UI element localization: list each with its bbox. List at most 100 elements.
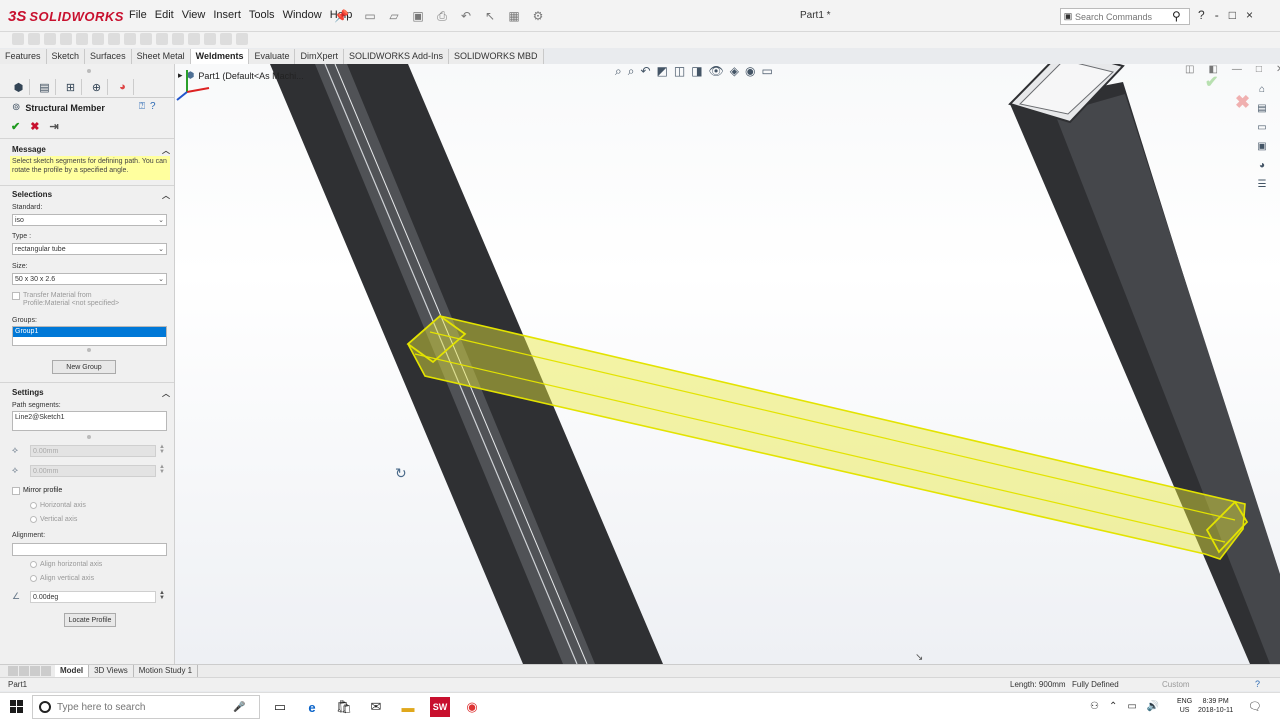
spin-arrows-icon[interactable]: ▲ ▼ — [159, 590, 165, 601]
select-icon[interactable]: ↖ — [480, 8, 500, 24]
input-language-indicator[interactable]: ENG US — [1177, 697, 1192, 715]
search-scope-icon[interactable]: ▣ — [1061, 11, 1075, 22]
groups-list[interactable]: Group1 — [12, 326, 167, 346]
standard-select[interactable]: iso ⌄ — [12, 214, 167, 226]
help-button[interactable]: ? — [1198, 8, 1205, 22]
collapse-chevron-icon[interactable]: ︿ — [162, 388, 170, 399]
tab-last-icon[interactable] — [41, 666, 51, 676]
model-view[interactable]: ↻ ↘ — [175, 64, 1280, 664]
volume-icon[interactable]: 🔊 — [1147, 701, 1159, 712]
solidworks-taskbar-icon[interactable]: SW — [430, 697, 450, 717]
viewport-minimize-icon[interactable]: — — [1232, 64, 1242, 75]
splitter-handle[interactable] — [87, 69, 91, 73]
viewport-restore-icon[interactable]: ◫ — [1185, 64, 1194, 75]
tab-solidworks-add-ins[interactable]: SOLIDWORKS Add-Ins — [344, 49, 450, 64]
save-icon[interactable]: ▣ — [408, 8, 428, 24]
new-group-button[interactable]: New Group — [52, 360, 116, 374]
view-settings-icon[interactable]: ▭ — [762, 64, 773, 79]
store-icon[interactable]: 🛍 — [334, 697, 354, 717]
pushpin-icon[interactable]: ⇥ — [49, 120, 58, 133]
dimxpert-manager-tab-icon[interactable]: ⊕ — [86, 79, 108, 95]
rebuild-icon[interactable]: ▦ — [504, 8, 524, 24]
transfer-material-checkbox-row[interactable]: Transfer Material from Profile:Material … — [12, 292, 119, 308]
rotation-angle-field[interactable]: 0.00deg — [30, 591, 156, 603]
list-resize-handle[interactable] — [87, 348, 91, 352]
cancel-x-icon[interactable]: ✖ — [30, 120, 39, 133]
file-explorer-taskbar-icon[interactable]: ▬ — [398, 697, 418, 717]
settings-section-header[interactable]: Settings ︿ — [12, 388, 170, 399]
pin-menu-icon[interactable]: 📌 — [334, 9, 349, 23]
print-icon[interactable]: ⎙ — [432, 8, 452, 24]
display-style-icon[interactable]: ◨ — [691, 64, 702, 79]
edit-appearance-icon[interactable]: ◈ — [730, 64, 739, 79]
offset-2-field[interactable]: 0.00mm — [30, 465, 156, 477]
mirror-profile-row[interactable]: Mirror profile — [12, 487, 62, 495]
design-library-icon[interactable]: ▤ — [1255, 101, 1269, 115]
graphics-area[interactable]: ↻ ↘ ▸ ⬢ Part1 (Default<As Machi... ⌕ ⌕ ↶… — [175, 64, 1280, 664]
message-section-header[interactable]: Message ︿ — [12, 145, 170, 156]
network-icon[interactable]: ▭ — [1127, 701, 1136, 712]
edge-browser-icon[interactable]: e — [302, 697, 322, 717]
appearances-icon[interactable]: ◕ — [1255, 158, 1269, 172]
tab-sheet-metal[interactable]: Sheet Metal — [131, 49, 191, 64]
help-icon[interactable]: ? — [150, 101, 156, 112]
collapse-chevron-icon[interactable]: ︿ — [162, 145, 170, 156]
tab-first-icon[interactable] — [8, 666, 18, 676]
confirm-ok-icon[interactable]: ✔ — [1205, 72, 1218, 92]
solidworks-logo[interactable]: 3S SOLIDWORKS — [8, 6, 124, 26]
vertical-axis-radio-row[interactable]: Vertical axis — [30, 516, 77, 523]
apply-scene-icon[interactable]: ◉ — [745, 64, 755, 79]
menu-window[interactable]: Window — [279, 9, 326, 21]
tab-features[interactable]: Features — [0, 49, 47, 64]
align-vertical-radio-row[interactable]: Align vertical axis — [30, 575, 94, 582]
search-commands-box[interactable]: ▣ — [1060, 8, 1190, 25]
hide-show-items-icon[interactable]: 👁 — [709, 64, 724, 79]
taskbar-search-input[interactable] — [57, 701, 227, 713]
previous-view-icon[interactable]: ↶ — [640, 64, 650, 79]
tab-prev-icon[interactable] — [19, 666, 29, 676]
confirm-cancel-icon[interactable]: ✖ — [1235, 92, 1250, 113]
horizontal-axis-radio-row[interactable]: Horizontal axis — [30, 502, 86, 509]
tab-3d-views[interactable]: 3D Views — [89, 665, 134, 677]
tab-solidworks-mbd[interactable]: SOLIDWORKS MBD — [449, 49, 544, 64]
unit-system-selector[interactable]: Custom — [1162, 680, 1190, 689]
transfer-material-checkbox[interactable] — [12, 292, 20, 300]
selections-section-header[interactable]: Selections ︿ — [12, 190, 170, 201]
viewport-close-icon[interactable]: ✕ — [1276, 64, 1280, 75]
menu-view[interactable]: View — [178, 9, 210, 21]
mirror-profile-checkbox[interactable] — [12, 487, 20, 495]
zoom-to-fit-icon[interactable]: ⌕ — [615, 64, 622, 79]
maximize-button[interactable]: □ — [1229, 8, 1236, 22]
search-icon[interactable]: ⚲ — [1172, 9, 1181, 23]
section-view-icon[interactable]: ◩ — [657, 64, 668, 79]
group-list-item[interactable]: Group1 — [13, 327, 166, 337]
menu-edit[interactable]: Edit — [151, 9, 178, 21]
people-icon[interactable]: ⚇ — [1090, 701, 1099, 712]
tab-next-icon[interactable] — [30, 666, 40, 676]
offset-1-field[interactable]: 0.00mm — [30, 445, 156, 457]
align-horizontal-radio[interactable] — [30, 561, 37, 568]
taskbar-clock[interactable]: 8:39 PM 2018-10-11 — [1198, 697, 1233, 715]
resources-home-icon[interactable]: ⌂ — [1255, 82, 1269, 96]
tab-evaluate[interactable]: Evaluate — [249, 49, 296, 64]
size-select[interactable]: 50 x 30 x 2.6 ⌄ — [12, 273, 167, 285]
ok-check-icon[interactable]: ✔ — [11, 120, 20, 133]
view-palette-icon[interactable]: ▣ — [1255, 139, 1269, 153]
viewport-maximize-icon[interactable]: □ — [1256, 64, 1262, 75]
path-segments-list[interactable]: Line2@Sketch1 — [12, 411, 167, 431]
show-hidden-icons-icon[interactable]: ⌃ — [1109, 701, 1117, 712]
spin-arrows-icon[interactable]: ▲ ▼ — [159, 444, 165, 455]
locate-profile-button[interactable]: Locate Profile — [64, 613, 116, 627]
path-segment-item[interactable]: Line2@Sketch1 — [15, 414, 65, 421]
custom-properties-icon[interactable]: ☰ — [1255, 177, 1269, 191]
options-gear-icon[interactable]: ⚙ — [528, 8, 548, 24]
tab-sketch[interactable]: Sketch — [46, 49, 86, 64]
whats-wrong-icon[interactable]: ⍰ — [139, 101, 145, 112]
configuration-manager-tab-icon[interactable]: ⊞ — [60, 79, 82, 95]
quick-tips-icon[interactable]: ? — [1255, 679, 1260, 689]
spin-arrows-icon[interactable]: ▲ ▼ — [159, 464, 165, 475]
type-select[interactable]: rectangular tube ⌄ — [12, 243, 167, 255]
recorder-app-icon[interactable]: ◉ — [462, 697, 482, 717]
tab-model[interactable]: Model — [55, 665, 90, 677]
zoom-to-area-icon[interactable]: ⌕ — [628, 64, 635, 79]
